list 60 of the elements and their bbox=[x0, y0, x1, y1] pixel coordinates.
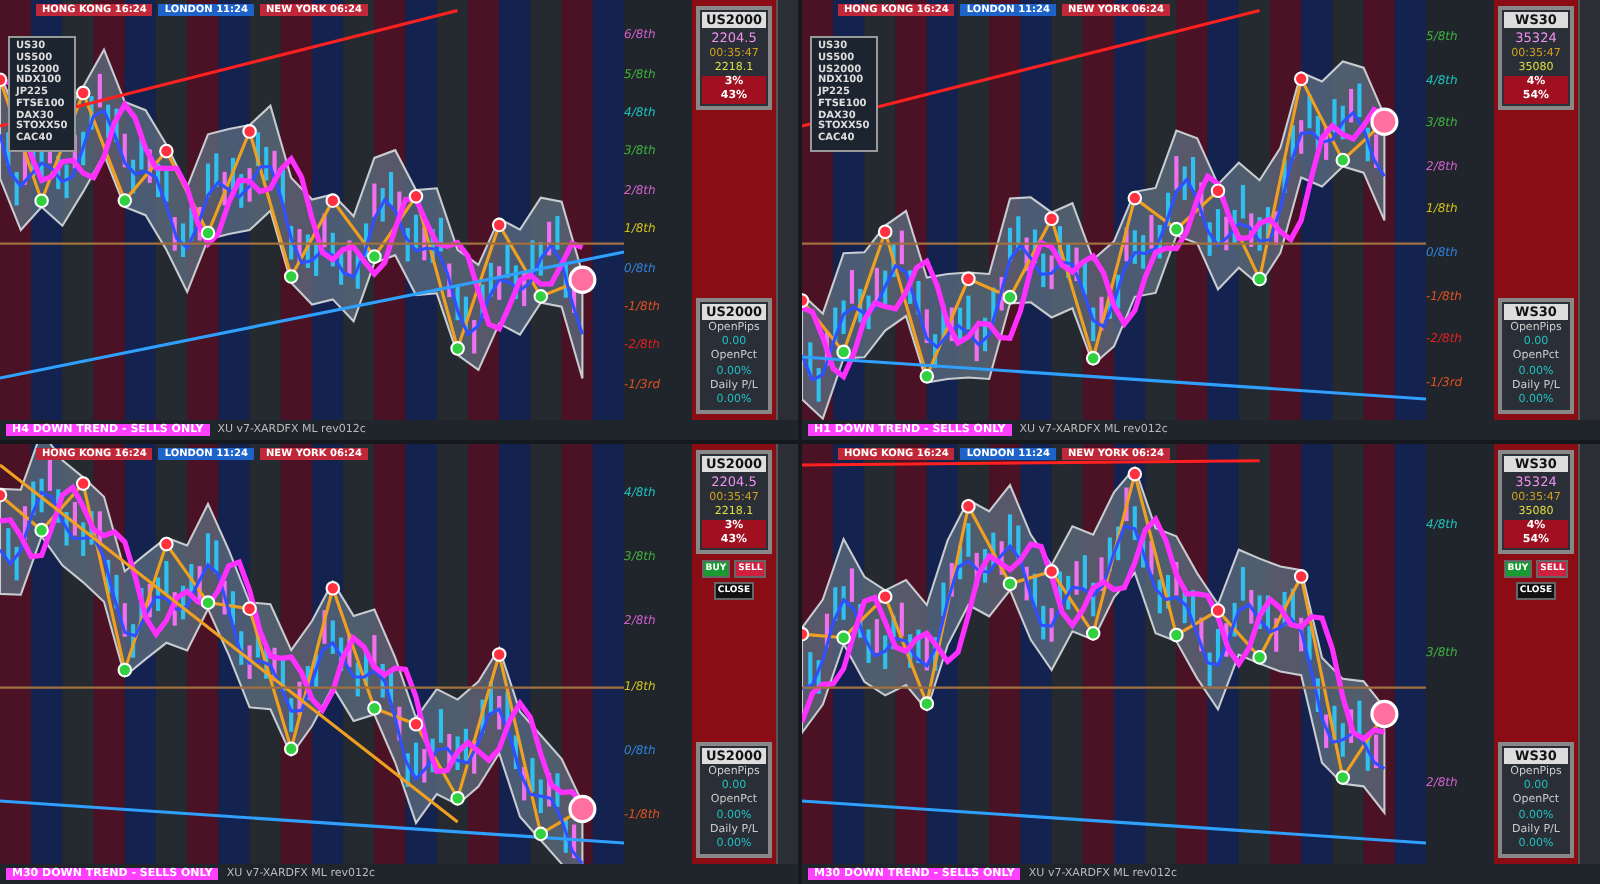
pivot-marker bbox=[491, 217, 507, 233]
pivot-marker bbox=[450, 790, 465, 806]
pivot-marker bbox=[117, 662, 133, 678]
pivot-marker bbox=[1335, 770, 1351, 785]
pivot-marker bbox=[1335, 152, 1351, 168]
pivot-marker bbox=[1252, 271, 1267, 287]
pivot-marker bbox=[34, 193, 49, 209]
pivot-marker bbox=[1169, 221, 1184, 237]
pivot-marker bbox=[802, 293, 810, 308]
pivot-marker bbox=[568, 265, 597, 294]
pivot-marker bbox=[1127, 190, 1143, 206]
pivot-marker bbox=[1210, 183, 1226, 199]
pivot-marker bbox=[533, 289, 549, 304]
pivot-marker bbox=[961, 271, 976, 287]
pivot-marker bbox=[1127, 466, 1143, 482]
pivot-marker bbox=[491, 647, 507, 662]
pivot-marker bbox=[836, 630, 851, 646]
pivot-marker bbox=[1002, 289, 1018, 305]
pivot-marker bbox=[242, 601, 257, 616]
pivot-marker bbox=[1085, 350, 1101, 366]
pivot-marker bbox=[367, 700, 382, 716]
pivot-marker bbox=[1252, 649, 1267, 665]
pivot-marker bbox=[1293, 71, 1309, 87]
pivot-marker bbox=[34, 522, 49, 538]
pivot-marker bbox=[283, 741, 299, 757]
pivot-marker bbox=[1210, 603, 1226, 618]
pivot-marker bbox=[533, 826, 549, 842]
pivot-marker bbox=[0, 487, 8, 503]
pivot-marker bbox=[1044, 211, 1059, 227]
pivot-marker bbox=[1370, 699, 1399, 729]
pivot-marker bbox=[283, 269, 299, 284]
pivot-marker bbox=[877, 224, 893, 240]
pivot-marker bbox=[1370, 107, 1399, 136]
pivot-marker bbox=[919, 696, 935, 711]
pivot-marker bbox=[408, 189, 424, 204]
pivot-marker bbox=[961, 498, 976, 514]
pivot-marker bbox=[919, 368, 935, 384]
pivot-marker bbox=[200, 595, 216, 610]
pivot-marker bbox=[75, 85, 91, 101]
pivot-marker bbox=[242, 124, 257, 139]
pivot-marker bbox=[408, 716, 424, 732]
pivot-marker bbox=[325, 193, 341, 208]
pivot-marker bbox=[159, 536, 174, 552]
pivot-marker bbox=[1293, 569, 1309, 584]
pivot-marker bbox=[1085, 626, 1101, 641]
pivot-marker bbox=[159, 143, 174, 159]
pivot-marker bbox=[568, 794, 597, 824]
pivot-marker bbox=[450, 341, 465, 356]
pivot-marker bbox=[1169, 627, 1184, 643]
pivot-marker bbox=[0, 72, 8, 88]
pivot-marker bbox=[367, 249, 382, 264]
pivot-marker bbox=[75, 476, 91, 491]
pivot-marker bbox=[1044, 564, 1059, 579]
pivot-marker bbox=[200, 225, 216, 241]
pivot-marker bbox=[117, 193, 133, 208]
pivot-marker bbox=[325, 580, 341, 596]
pivot-marker bbox=[802, 626, 810, 642]
pivot-marker bbox=[1002, 576, 1018, 592]
pivot-marker bbox=[877, 589, 893, 604]
pivot-marker bbox=[836, 344, 851, 360]
